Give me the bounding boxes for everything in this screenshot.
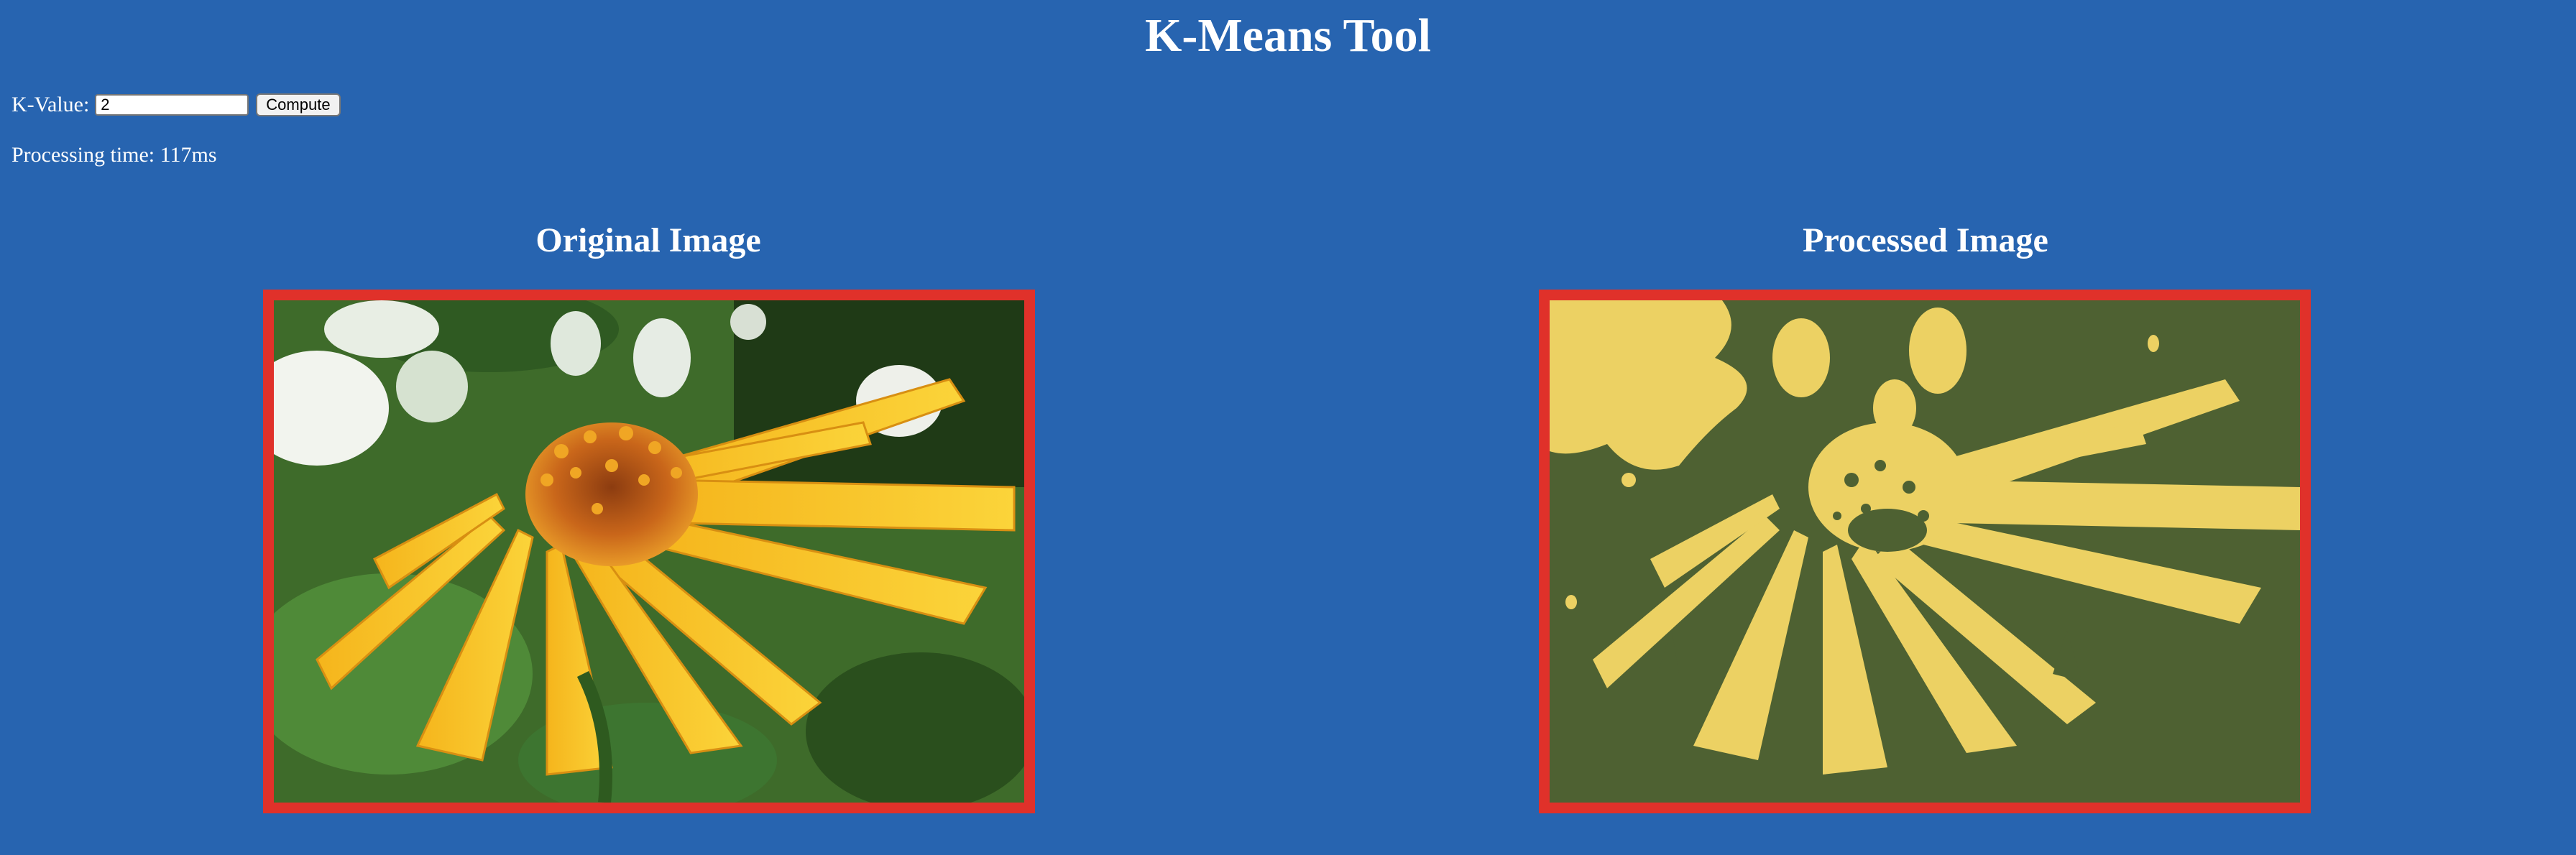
page-title: K-Means Tool bbox=[1145, 9, 1431, 62]
original-image bbox=[274, 300, 1024, 803]
controls-bar: K-Value: Compute bbox=[12, 91, 341, 119]
processed-image bbox=[1550, 300, 2300, 803]
k-value-input[interactable] bbox=[95, 94, 249, 116]
processed-image-frame bbox=[1539, 290, 2311, 813]
original-image-heading: Original Image bbox=[535, 221, 761, 259]
processed-image-heading: Processed Image bbox=[1803, 221, 2048, 259]
processing-time-text: Processing time: 117ms bbox=[12, 143, 217, 167]
compute-button[interactable]: Compute bbox=[256, 93, 341, 116]
k-value-label: K-Value: bbox=[12, 93, 90, 116]
original-image-frame bbox=[263, 290, 1035, 813]
